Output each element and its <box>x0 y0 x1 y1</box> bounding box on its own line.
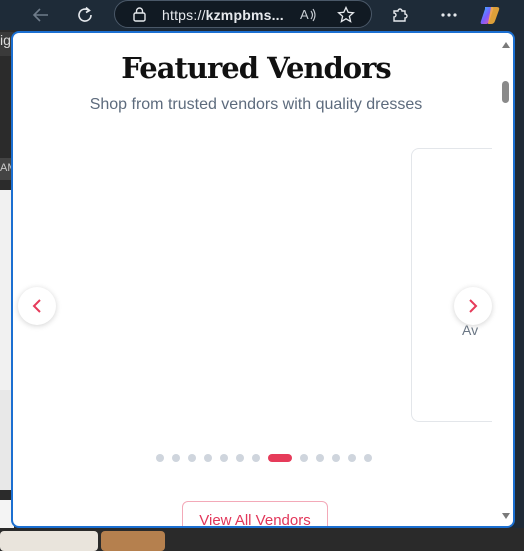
section-subtitle: Shop from trusted vendors with quality d… <box>89 96 423 113</box>
scrollbar[interactable] <box>499 33 513 526</box>
scrollbar-thumb[interactable] <box>502 81 509 103</box>
url-text: https://kzmpbms... <box>162 7 284 23</box>
more-button[interactable] <box>437 4 461 26</box>
carousel-dot[interactable] <box>316 454 324 462</box>
read-aloud-icon[interactable]: A <box>300 7 318 23</box>
carousel-prev-button[interactable] <box>18 287 56 325</box>
copilot-icon <box>480 7 500 24</box>
refresh-button[interactable] <box>73 4 97 26</box>
view-all-vendors-button[interactable]: View All Vendors <box>182 501 328 526</box>
carousel-dot[interactable] <box>236 454 244 462</box>
carousel-dot[interactable] <box>204 454 212 462</box>
section-title: Featured Vendors <box>121 51 391 85</box>
carousel-dot[interactable] <box>364 454 372 462</box>
carousel-dot[interactable] <box>332 454 340 462</box>
vendor-card[interactable] <box>411 148 492 422</box>
carousel-dot[interactable] <box>156 454 164 462</box>
back-button[interactable] <box>29 4 53 26</box>
scroll-up-icon[interactable] <box>501 40 511 50</box>
carousel-dot-active[interactable] <box>268 454 292 462</box>
background-promo-tile <box>0 531 98 551</box>
url-scheme: https:// <box>162 7 206 23</box>
carousel-dot[interactable] <box>252 454 260 462</box>
back-arrow-icon <box>32 8 48 22</box>
address-bar[interactable]: https://kzmpbms... A <box>114 0 372 28</box>
chevron-right-icon <box>469 299 478 313</box>
extensions-button[interactable] <box>388 4 412 26</box>
chevron-left-icon <box>32 299 41 313</box>
svg-text:A: A <box>300 7 309 22</box>
popup-window: Featured Vendors Shop from trusted vendo… <box>11 31 515 528</box>
carousel-dot[interactable] <box>220 454 228 462</box>
scroll-down-icon[interactable] <box>501 511 511 521</box>
puzzle-icon <box>393 8 408 22</box>
ellipsis-icon <box>441 13 457 17</box>
carousel-next-button[interactable] <box>454 287 492 325</box>
url-domain: kzmpbms... <box>205 7 284 23</box>
carousel-pagination <box>156 453 372 463</box>
carousel-dot[interactable] <box>172 454 180 462</box>
carousel-dot[interactable] <box>300 454 308 462</box>
lock-icon[interactable] <box>133 7 146 22</box>
background-promo-tile <box>101 531 165 551</box>
star-icon[interactable] <box>337 6 355 24</box>
browser-toolbar: https://kzmpbms... A <box>0 0 524 30</box>
carousel-dot[interactable] <box>188 454 196 462</box>
carousel-dot[interactable] <box>348 454 356 462</box>
copilot-button[interactable] <box>478 4 502 26</box>
refresh-icon <box>78 6 92 22</box>
background-text: ig <box>0 32 11 48</box>
